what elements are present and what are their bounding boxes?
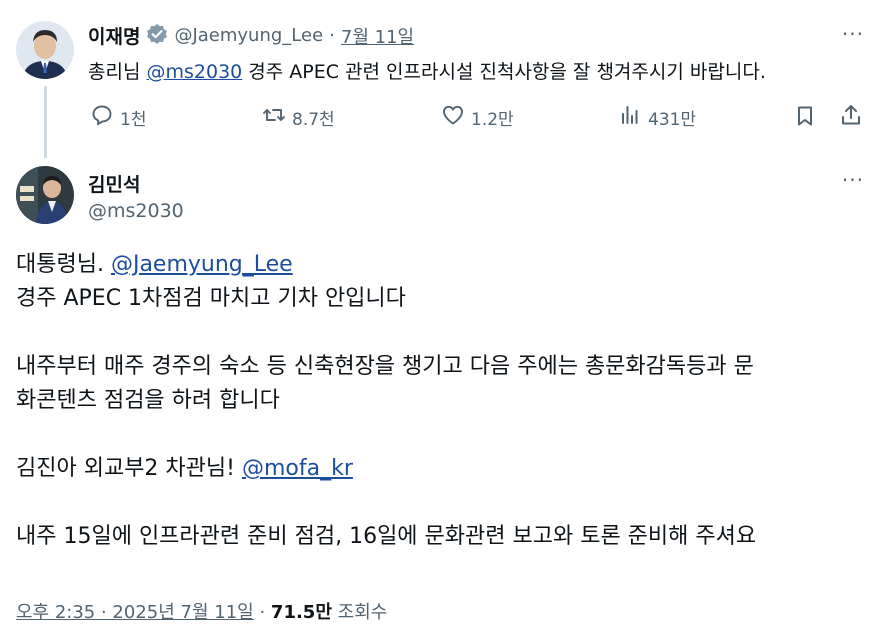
analytics-icon (618, 103, 642, 132)
avatar[interactable] (16, 21, 74, 79)
header-separator: · (329, 25, 335, 46)
like-count: 1.2만 (471, 110, 514, 130)
tweet-text-part: 총리님 (88, 61, 147, 83)
tweet-meta: 오후 2:35 · 2025년 7월 11일 · 71.5만 조회수 (16, 598, 387, 624)
reply-count: 1천 (120, 110, 147, 130)
parent-tweet-text: 총리님 @ms2030 경주 APEC 관련 인프라시설 진척사항을 잘 챙겨주… (88, 57, 766, 84)
tweet-timestamp-link[interactable]: 오후 2:35 · 2025년 7월 11일 (16, 602, 254, 623)
tweet-line: 경주 APEC 1차점검 마치고 기차 안입니다 (16, 286, 406, 311)
tweet-line: 김진아 외교부2 차관님! @mofa_kr (16, 452, 876, 486)
views-button[interactable]: 431만 (618, 103, 696, 132)
mention-link[interactable]: @mofa_kr (242, 456, 353, 481)
meta-separator: · (259, 602, 266, 623)
tweet-line: 화콘텐츠 점검을 하려 합니다 (16, 388, 280, 413)
views-label: 조회수 (337, 602, 388, 623)
thread-connector-line (44, 86, 47, 158)
avatar[interactable] (16, 166, 74, 224)
retweet-button[interactable]: 8.7천 (262, 103, 335, 132)
more-options-icon[interactable]: ··· (842, 22, 864, 46)
reply-button[interactable]: 1천 (90, 103, 146, 132)
mention-link[interactable]: @ms2030 (146, 61, 242, 83)
parent-header: 이재명 @Jaemyung_Lee · 7월 11일 (88, 22, 414, 49)
tweet-text-part: 대통령님. (16, 252, 111, 277)
share-icon (839, 105, 863, 131)
tweet-text-part: 김진아 외교부2 차관님! (16, 456, 242, 481)
tweet-body: 대통령님. @Jaemyung_Lee 경주 APEC 1차점검 마치고 기차 … (16, 248, 876, 554)
author-name[interactable]: 이재명 (88, 22, 140, 49)
verified-badge-icon (146, 23, 168, 49)
author-handle[interactable]: @Jaemyung_Lee (174, 25, 323, 46)
tweet-text-part: 경주 APEC 관련 인프라시설 진척사항을 잘 챙겨주시기 바랍니다. (242, 61, 766, 83)
more-options-icon[interactable]: ··· (842, 168, 864, 192)
author-name[interactable]: 김민석 (88, 170, 140, 197)
retweet-icon (262, 103, 286, 132)
bookmark-button[interactable] (793, 104, 817, 132)
tweet-date-link[interactable]: 7월 11일 (341, 23, 414, 49)
author-handle[interactable]: @ms2030 (88, 200, 184, 222)
tweet-line: 내주부터 매주 경주의 숙소 등 신축현장을 챙기고 다음 주에는 총문화감독등… (16, 354, 754, 379)
heart-icon (441, 103, 465, 132)
retweet-count: 8.7천 (292, 110, 335, 130)
like-button[interactable]: 1.2만 (441, 103, 514, 132)
bookmark-icon (793, 106, 817, 132)
tweet-line: 대통령님. @Jaemyung_Lee (16, 248, 876, 282)
views-count: 431만 (648, 110, 697, 130)
reply-icon (90, 103, 114, 132)
tweet-line: 내주 15일에 인프라관련 준비 점검, 16일에 문화관련 보고와 토론 준비… (16, 524, 757, 549)
mention-link[interactable]: @Jaemyung_Lee (111, 252, 293, 277)
share-button[interactable] (839, 103, 863, 131)
views-total: 71.5만 (270, 602, 332, 623)
